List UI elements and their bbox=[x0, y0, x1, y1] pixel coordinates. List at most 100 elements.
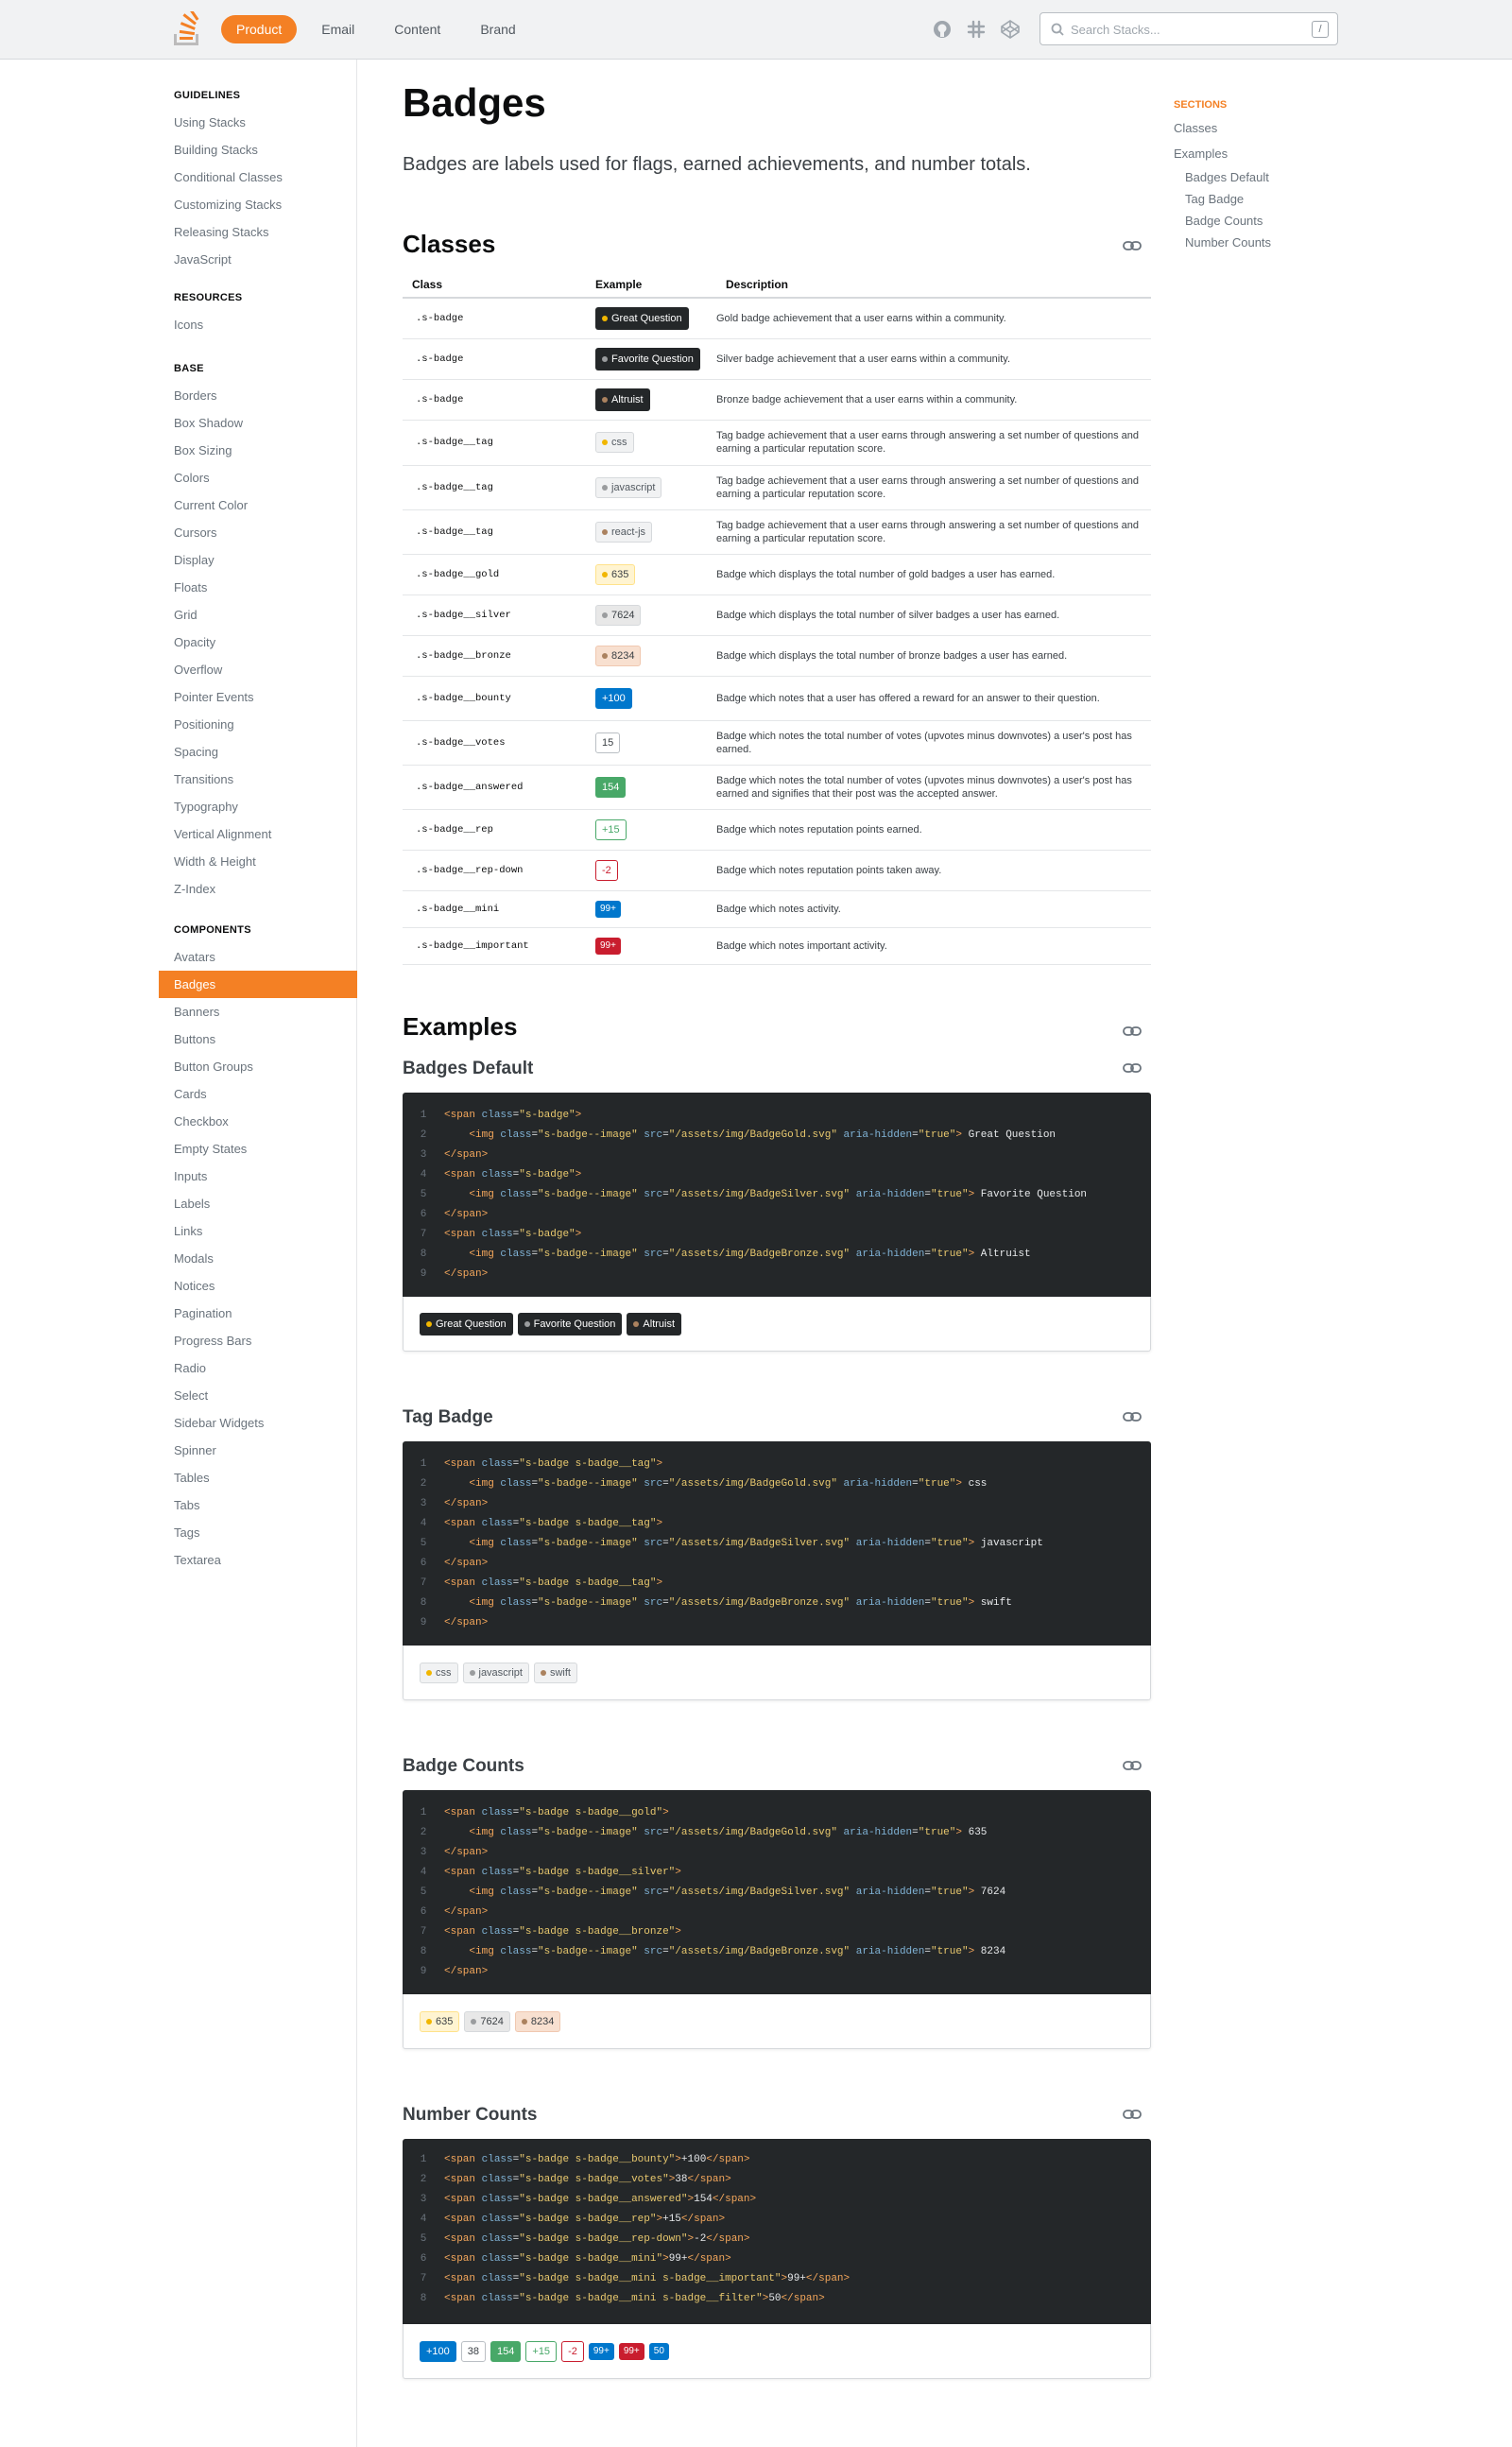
sidebar-item-button-groups[interactable]: Button Groups bbox=[0, 1053, 357, 1080]
sidebar-item-borders[interactable]: Borders bbox=[0, 382, 357, 409]
code-line: 5 <img class="s-badge--image" src="/asse… bbox=[403, 1185, 1151, 1205]
link-icon[interactable] bbox=[1123, 1062, 1142, 1074]
sidebar-item-empty-states[interactable]: Empty States bbox=[0, 1135, 357, 1163]
code-text: </span> bbox=[444, 1847, 489, 1858]
sidebar-item-tags[interactable]: Tags bbox=[0, 1519, 357, 1546]
link-icon[interactable] bbox=[1123, 240, 1142, 251]
example-cell: react-js bbox=[586, 509, 716, 555]
sidebar-item-sidebar-widgets[interactable]: Sidebar Widgets bbox=[0, 1409, 357, 1437]
sidebar-item-modals[interactable]: Modals bbox=[0, 1245, 357, 1272]
badge: 38 bbox=[460, 2340, 487, 2362]
link-icon[interactable] bbox=[1123, 1760, 1142, 1771]
sidebar-item-box-sizing[interactable]: Box Sizing bbox=[0, 437, 357, 464]
class-name-cell: .s-badge bbox=[403, 379, 586, 421]
code-line: 2 <img class="s-badge--image" src="/asse… bbox=[403, 1474, 1151, 1494]
toc-link-number-counts[interactable]: Number Counts bbox=[1174, 232, 1363, 253]
code-text: <img class="s-badge--image" src="/assets… bbox=[469, 1189, 1088, 1200]
sidebar-item-tabs[interactable]: Tabs bbox=[0, 1491, 357, 1519]
toc-link-tag-badge[interactable]: Tag Badge bbox=[1174, 188, 1363, 210]
sidebar-item-width-height[interactable]: Width & Height bbox=[0, 848, 357, 875]
sidebar-item-avatars[interactable]: Avatars bbox=[0, 943, 357, 971]
sidebar-item-pagination[interactable]: Pagination bbox=[0, 1300, 357, 1327]
sidebar-item-building-stacks[interactable]: Building Stacks bbox=[0, 136, 357, 164]
toc-link-badge-counts[interactable]: Badge Counts bbox=[1174, 210, 1363, 232]
line-number: 2 bbox=[420, 1827, 427, 1838]
sidebar-item-textarea[interactable]: Textarea bbox=[0, 1546, 357, 1574]
sidebar-item-radio[interactable]: Radio bbox=[0, 1354, 357, 1382]
github-icon[interactable] bbox=[932, 19, 953, 40]
link-icon[interactable] bbox=[1123, 2109, 1142, 2120]
sidebar-item-progress-bars[interactable]: Progress Bars bbox=[0, 1327, 357, 1354]
stacks-logo-icon[interactable] bbox=[170, 11, 204, 47]
sidebar-item-box-shadow[interactable]: Box Shadow bbox=[0, 409, 357, 437]
sidebar-item-overflow[interactable]: Overflow bbox=[0, 656, 357, 683]
link-icon[interactable] bbox=[1123, 1411, 1142, 1422]
demo-output: Great Question Favorite Question Altruist bbox=[403, 1297, 1151, 1352]
sidebar-item-using-stacks[interactable]: Using Stacks bbox=[0, 109, 357, 136]
sidebar-item-customizing-stacks[interactable]: Customizing Stacks bbox=[0, 191, 357, 218]
sidebar-item-display[interactable]: Display bbox=[0, 546, 357, 574]
nav-tab-email[interactable]: Email bbox=[306, 15, 369, 43]
sidebar-item-colors[interactable]: Colors bbox=[0, 464, 357, 491]
nav-tab-content[interactable]: Content bbox=[379, 15, 455, 43]
search-input[interactable] bbox=[1071, 20, 1297, 39]
badge: 99+ bbox=[618, 2342, 644, 2360]
sidebar-item-spinner[interactable]: Spinner bbox=[0, 1437, 357, 1464]
description-cell: Tag badge achievement that a user earns … bbox=[716, 420, 1151, 466]
sidebar-item-current-color[interactable]: Current Color bbox=[0, 491, 357, 519]
sidebar-item-badges[interactable]: Badges bbox=[159, 971, 357, 998]
badge: 635 bbox=[595, 563, 636, 585]
sidebar-item-javascript[interactable]: JavaScript bbox=[0, 246, 357, 273]
line-number: 3 bbox=[420, 2194, 427, 2205]
sidebar-item-positioning[interactable]: Positioning bbox=[0, 711, 357, 738]
sidebar-item-z-index[interactable]: Z-Index bbox=[0, 875, 357, 903]
sidebar-item-banners[interactable]: Banners bbox=[0, 998, 357, 1025]
badge: +15 bbox=[525, 2340, 558, 2362]
sidebar-item-grid[interactable]: Grid bbox=[0, 601, 357, 629]
sidebar-item-opacity[interactable]: Opacity bbox=[0, 629, 357, 656]
toc-link-badges-default[interactable]: Badges Default bbox=[1174, 166, 1363, 188]
toc-link-examples[interactable]: Examples bbox=[1174, 141, 1363, 166]
table-row: .s-badge Great Question Gold badge achieve… bbox=[403, 298, 1151, 339]
sidebar-item-checkbox[interactable]: Checkbox bbox=[0, 1108, 357, 1135]
table-row: .s-badge__rep-down -2 Badge which notes re… bbox=[403, 850, 1151, 891]
sidebar-item-typography[interactable]: Typography bbox=[0, 793, 357, 820]
examples-heading: Examples bbox=[403, 1012, 518, 1041]
sidebar-item-releasing-stacks[interactable]: Releasing Stacks bbox=[0, 218, 357, 246]
link-icon[interactable] bbox=[1123, 1025, 1142, 1037]
code-line: 2 <img class="s-badge--image" src="/asse… bbox=[403, 1823, 1151, 1843]
sidebar-item-labels[interactable]: Labels bbox=[0, 1190, 357, 1217]
sidebar-item-links[interactable]: Links bbox=[0, 1217, 357, 1245]
sidebar-item-icons[interactable]: Icons bbox=[0, 311, 357, 338]
sidebar-item-inputs[interactable]: Inputs bbox=[0, 1163, 357, 1190]
toc-link-classes[interactable]: Classes bbox=[1174, 115, 1363, 141]
sidebar-item-buttons[interactable]: Buttons bbox=[0, 1025, 357, 1053]
section-heading-badges-default: Badges Default bbox=[403, 1059, 534, 1078]
slack-icon[interactable] bbox=[966, 19, 987, 40]
sidebar-item-cards[interactable]: Cards bbox=[0, 1080, 357, 1108]
sidebar-item-vertical-alignment[interactable]: Vertical Alignment bbox=[0, 820, 357, 848]
page-title: Badges bbox=[403, 80, 546, 125]
code-text: </span> bbox=[444, 1268, 489, 1280]
sidebar-item-transitions[interactable]: Transitions bbox=[0, 766, 357, 793]
codepen-icon[interactable] bbox=[1000, 19, 1021, 40]
sidebar-item-tables[interactable]: Tables bbox=[0, 1464, 357, 1491]
badge-label: 8234 bbox=[611, 649, 635, 662]
description-cell: Badge which displays the total number of… bbox=[716, 554, 1151, 595]
nav-tab-brand[interactable]: Brand bbox=[465, 15, 530, 43]
code-text: <span class="s-badge s-badge__mini">99+<… bbox=[444, 2253, 731, 2265]
nav-tab-product[interactable]: Product bbox=[221, 15, 298, 43]
sidebar-item-spacing[interactable]: Spacing bbox=[0, 738, 357, 766]
sidebar-item-pointer-events[interactable]: Pointer Events bbox=[0, 683, 357, 711]
badge-dot-icon bbox=[602, 612, 608, 618]
code-line: 8 <img class="s-badge--image" src="/asse… bbox=[403, 1942, 1151, 1962]
badge-label: 154 bbox=[497, 2345, 515, 2357]
sidebar-item-floats[interactable]: Floats bbox=[0, 574, 357, 601]
sidebar-item-conditional-classes[interactable]: Conditional Classes bbox=[0, 164, 357, 191]
badge: 8234 bbox=[514, 2010, 561, 2032]
badge-label: css bbox=[436, 1666, 452, 1679]
sidebar-item-cursors[interactable]: Cursors bbox=[0, 519, 357, 546]
sidebar-item-notices[interactable]: Notices bbox=[0, 1272, 357, 1300]
sidebar-item-select[interactable]: Select bbox=[0, 1382, 357, 1409]
code-line: 6 </span> bbox=[403, 1554, 1151, 1574]
